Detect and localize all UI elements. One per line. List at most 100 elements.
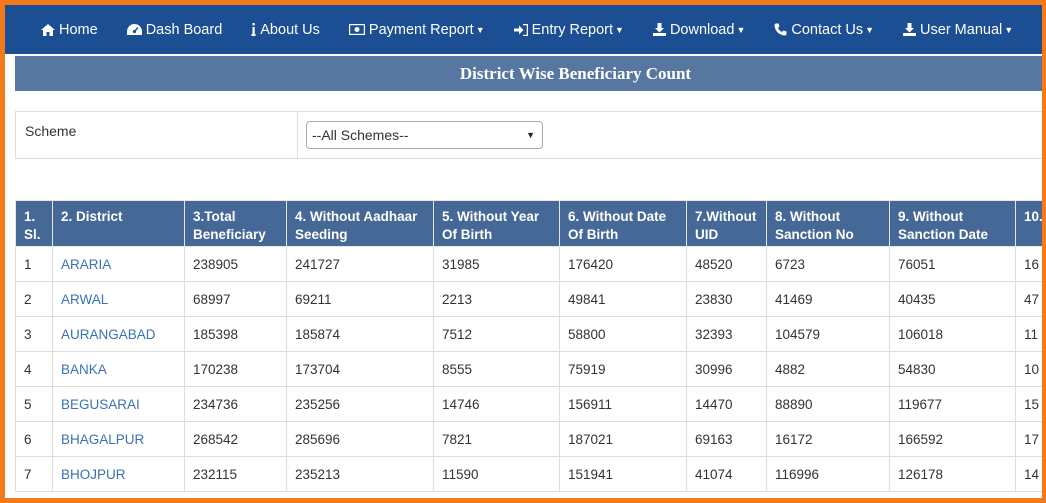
chevron-down-icon: ▼ [475, 24, 485, 35]
page-title: District Wise Beneficiary Count [15, 56, 1046, 91]
col10-cell: 47 [1015, 281, 1046, 317]
nav-download-label: Download [669, 21, 735, 38]
total-beneficiary-cell: 185398 [184, 316, 287, 352]
scheme-select[interactable]: --All Schemes-- ▼ [306, 121, 543, 149]
info-icon [251, 23, 256, 36]
column-header: 9. Without Sanction Date [889, 200, 1016, 247]
column-header: 3.Total Beneficiary [184, 200, 287, 247]
col10-cell: 11 [1015, 316, 1046, 352]
table-row: 2 ARWAL 68997 69211 2213 49841 23830 414… [15, 281, 1046, 317]
without-yob-cell: 31985 [433, 246, 560, 282]
table-row: 6 BHAGALPUR 268542 285696 7821 187021 69… [15, 421, 1046, 457]
without-dob-cell: 49841 [559, 281, 687, 317]
without-sanction-date-cell: 106018 [889, 316, 1016, 352]
without-aadhaar-cell: 185874 [286, 316, 434, 352]
total-beneficiary-cell: 232115 [184, 456, 287, 492]
chevron-down-icon: ▼ [736, 24, 746, 35]
column-header: 4. Without Aadhaar Seeding [286, 200, 434, 247]
without-aadhaar-cell: 173704 [286, 351, 434, 387]
district-link[interactable]: BHOJPUR [52, 456, 185, 492]
nav-dashboard[interactable]: Dash Board [126, 21, 223, 38]
sl-cell: 7 [15, 456, 53, 492]
without-yob-cell: 2213 [433, 281, 560, 317]
without-sanction-no-cell: 104579 [766, 316, 890, 352]
without-sanction-no-cell: 88890 [766, 386, 890, 422]
download-icon [903, 23, 917, 36]
total-beneficiary-cell: 268542 [184, 421, 287, 457]
table-row: 7 BHOJPUR 232115 235213 11590 151941 410… [15, 456, 1046, 492]
district-link[interactable]: BEGUSARAI [52, 386, 185, 422]
table-row: 4 BANKA 170238 173704 8555 75919 30996 4… [15, 351, 1046, 387]
chevron-down-icon: ▼ [526, 130, 535, 140]
beneficiary-table: 1. Sl. 2. District 3.Total Beneficiary 4… [15, 200, 1046, 492]
nav-about-us-label: About Us [260, 21, 320, 38]
without-dob-cell: 156911 [559, 386, 687, 422]
sl-cell: 2 [15, 281, 53, 317]
column-header: 5. Without Year Of Birth [433, 200, 560, 247]
sl-cell: 3 [15, 316, 53, 352]
total-beneficiary-cell: 68997 [184, 281, 287, 317]
nav-about-us[interactable]: About Us [251, 22, 320, 38]
table-row: 1 ARARIA 238905 241727 31985 176420 4852… [15, 246, 1046, 282]
nav-home-label: Home [59, 21, 98, 38]
without-uid-cell: 14470 [686, 386, 767, 422]
without-sanction-date-cell: 166592 [889, 421, 1016, 457]
district-link[interactable]: ARWAL [52, 281, 185, 317]
without-aadhaar-cell: 69211 [286, 281, 434, 317]
without-uid-cell: 32393 [686, 316, 767, 352]
beneficiary-table-container[interactable]: 1. Sl. 2. District 3.Total Beneficiary 4… [15, 200, 1046, 500]
without-uid-cell: 23830 [686, 281, 767, 317]
without-yob-cell: 14746 [433, 386, 560, 422]
nav-payment-report[interactable]: Payment Report ▼ [348, 22, 485, 38]
table-row: 5 BEGUSARAI 234736 235256 14746 156911 1… [15, 386, 1046, 422]
without-sanction-no-cell: 16172 [766, 421, 890, 457]
without-yob-cell: 11590 [433, 456, 560, 492]
without-dob-cell: 58800 [559, 316, 687, 352]
sl-cell: 1 [15, 246, 53, 282]
without-sanction-no-cell: 6723 [766, 246, 890, 282]
chevron-down-icon: ▼ [865, 24, 875, 35]
nav-entry-report[interactable]: Entry Report ▼ [513, 21, 624, 38]
without-aadhaar-cell: 235256 [286, 386, 434, 422]
total-beneficiary-cell: 234736 [184, 386, 287, 422]
nav-user-manual[interactable]: User Manual ▼ [903, 22, 1013, 38]
district-link[interactable]: ARARIA [52, 246, 185, 282]
district-link[interactable]: BANKA [52, 351, 185, 387]
phone-icon [774, 23, 787, 36]
without-dob-cell: 151941 [559, 456, 687, 492]
sl-cell: 4 [15, 351, 53, 387]
without-sanction-date-cell: 76051 [889, 246, 1016, 282]
col10-cell: 17 [1015, 421, 1046, 457]
chevron-down-icon: ▼ [615, 24, 624, 35]
col10-cell: 14 [1015, 456, 1046, 492]
without-yob-cell: 7512 [433, 316, 560, 352]
nav-home[interactable]: Home [41, 22, 98, 38]
col10-cell: 10 [1015, 351, 1046, 387]
chevron-down-icon: ▼ [1004, 24, 1014, 35]
home-icon [41, 23, 55, 36]
dashboard-icon [126, 23, 142, 35]
nav-user-manual-label: User Manual [920, 21, 1003, 38]
without-yob-cell: 7821 [433, 421, 560, 457]
table-header-row: 1. Sl. 2. District 3.Total Beneficiary 4… [15, 200, 1046, 247]
col10-cell: 16 [1015, 246, 1046, 282]
column-header: 8. Without Sanction No [766, 200, 890, 247]
without-sanction-no-cell: 116996 [766, 456, 890, 492]
top-navbar: Home Dash Board About Us Payment Report … [5, 5, 1042, 54]
scheme-select-value: --All Schemes-- [312, 127, 409, 143]
nav-contact-us[interactable]: Contact Us ▼ [774, 22, 874, 38]
nav-entry-report-label: Entry Report [531, 21, 614, 38]
sign-in-icon [513, 23, 528, 36]
without-dob-cell: 187021 [559, 421, 687, 457]
sl-cell: 6 [15, 421, 53, 457]
total-beneficiary-cell: 238905 [184, 246, 287, 282]
without-sanction-date-cell: 119677 [889, 386, 1016, 422]
without-uid-cell: 69163 [686, 421, 767, 457]
nav-dashboard-label: Dash Board [145, 21, 223, 38]
district-link[interactable]: BHAGALPUR [52, 421, 185, 457]
nav-download[interactable]: Download ▼ [652, 21, 746, 38]
col10-cell: 15 [1015, 386, 1046, 422]
without-sanction-no-cell: 4882 [766, 351, 890, 387]
district-link[interactable]: AURANGABAD [52, 316, 185, 352]
column-header: 7.Without UID [686, 200, 767, 247]
